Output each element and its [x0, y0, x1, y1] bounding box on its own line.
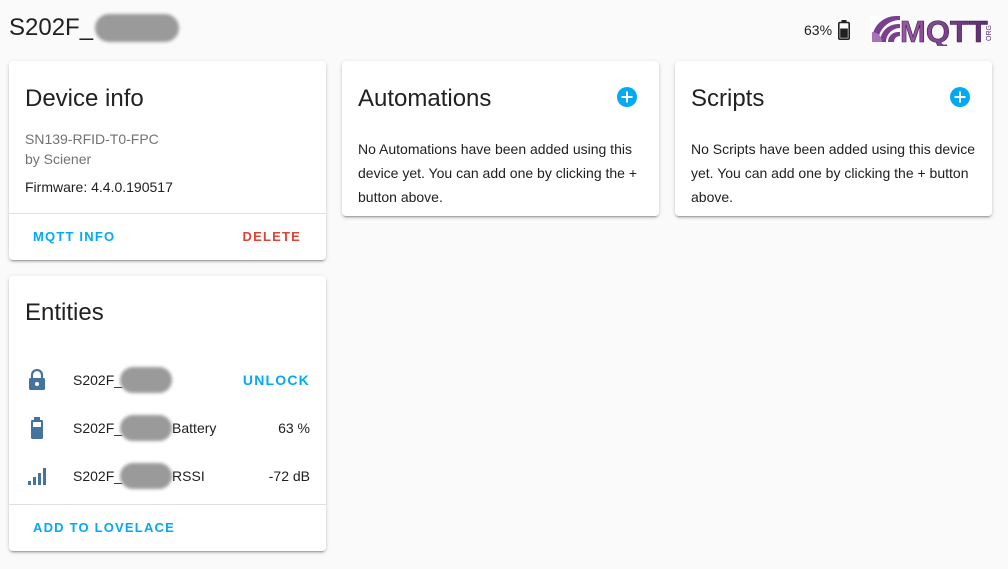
- device-info-title: Device info: [25, 85, 144, 112]
- top-bar: S202F_ 63% MQTT ORG: [0, 0, 1008, 58]
- device-manufacturer: by Sciener: [25, 151, 92, 167]
- entity-name-suffix: RSSI: [172, 468, 205, 484]
- unlock-button[interactable]: UNLOCK: [243, 372, 310, 388]
- entity-name: S202F_ RSSI: [73, 463, 205, 489]
- redacted-name: [120, 463, 173, 489]
- logo-text: MQTT: [900, 14, 988, 46]
- entity-name: S202F_ Battery: [73, 415, 216, 441]
- entity-row-battery[interactable]: S202F_ Battery 63 %: [25, 408, 310, 448]
- entity-name-suffix: Battery: [172, 420, 217, 436]
- lock-icon: [25, 368, 49, 392]
- page-title-wrap: S202F_: [9, 14, 180, 42]
- redacted-name: [95, 14, 180, 42]
- battery-status: 63%: [804, 20, 851, 40]
- redacted-name: [120, 415, 173, 441]
- entity-name: S202F_: [73, 367, 173, 393]
- entity-state: 63 %: [278, 420, 310, 436]
- entity-row-rssi[interactable]: S202F_ RSSI -72 dB: [25, 456, 310, 496]
- delete-button[interactable]: DELETE: [243, 229, 301, 244]
- scripts-title: Scripts: [691, 85, 765, 112]
- redacted-name: [120, 367, 173, 393]
- card-divider: [9, 213, 326, 214]
- entity-row-lock[interactable]: S202F_ UNLOCK: [25, 360, 310, 400]
- entities-title: Entities: [25, 299, 104, 326]
- automations-card: Automations No Automations have been add…: [342, 61, 659, 216]
- device-info-card: Device info SN139-RFID-T0-FPC by Sciener…: [9, 61, 326, 260]
- add-script-button[interactable]: [949, 86, 971, 108]
- mqtt-info-button[interactable]: MQTT INFO: [33, 229, 115, 244]
- entity-name-prefix: S202F_: [73, 372, 123, 388]
- entity-state: -72 dB: [268, 468, 310, 484]
- add-automation-button[interactable]: [616, 86, 638, 108]
- page-title: S202F_: [9, 14, 94, 41]
- entities-card: Entities S202F_ UNLOCK S202F_ Battery 63…: [9, 276, 326, 551]
- entity-name-prefix: S202F_: [73, 420, 123, 436]
- battery-percent: 63%: [804, 22, 833, 38]
- card-divider: [9, 504, 326, 505]
- device-firmware: Firmware: 4.4.0.190517: [25, 179, 173, 195]
- logo-sub: ORG: [986, 25, 993, 41]
- entity-name-prefix: S202F_: [73, 468, 123, 484]
- scripts-message: No Scripts have been added using this de…: [691, 141, 976, 205]
- add-to-lovelace-button[interactable]: ADD TO LOVELACE: [33, 520, 175, 535]
- signal-icon: [25, 464, 49, 488]
- automations-message: No Automations have been added using thi…: [358, 141, 638, 205]
- battery-icon: [25, 416, 49, 440]
- battery-icon: [838, 20, 851, 40]
- scripts-card: Scripts No Scripts have been added using…: [675, 61, 992, 216]
- automations-title: Automations: [358, 85, 492, 112]
- mqtt-logo: MQTT ORG: [870, 12, 995, 49]
- device-model: SN139-RFID-T0-FPC: [25, 131, 159, 147]
